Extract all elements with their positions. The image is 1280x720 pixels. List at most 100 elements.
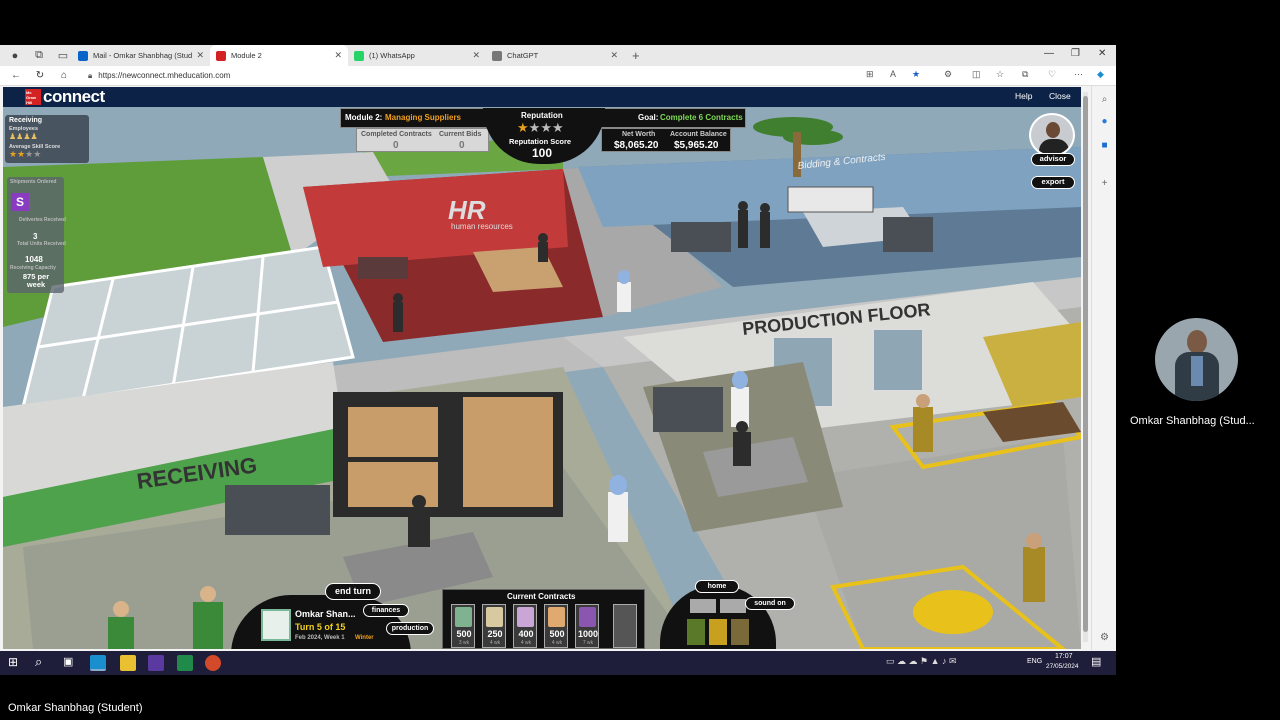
apps-icon[interactable]: ⊞ xyxy=(866,69,874,80)
notifications-icon[interactable]: ▤ xyxy=(1091,655,1101,668)
contract-card[interactable]: 500 4 wk xyxy=(544,604,568,648)
more-icon[interactable]: ⋯ xyxy=(1074,69,1083,80)
export-button[interactable]: export xyxy=(1031,176,1075,189)
product-icon xyxy=(548,607,565,627)
contract-card[interactable]: 400 4 wk xyxy=(513,604,537,648)
contracts-title: Current Contracts xyxy=(507,592,576,601)
game-viewport[interactable]: Mc Graw Hill connect Help Close HR human… xyxy=(3,87,1081,649)
close-tab-icon[interactable]: ✕ xyxy=(610,50,618,61)
clock-time[interactable]: 17:07 xyxy=(1055,653,1073,660)
receiving-stats-panel: Shipments Ordered S Deliveries Received … xyxy=(7,177,66,293)
browser-tab[interactable]: Module 2 ✕ xyxy=(210,45,348,66)
browser-tab[interactable]: ChatGPT ✕ xyxy=(486,45,624,66)
star-empty-icon: ★ xyxy=(528,120,541,135)
back-icon[interactable]: ← xyxy=(8,70,24,81)
excel-icon[interactable] xyxy=(177,655,193,671)
balance-value: $5,965.20 xyxy=(674,140,719,151)
supplier-badge[interactable]: S xyxy=(11,193,29,211)
employees-icons: ♟♟♟♟ xyxy=(9,132,38,141)
favorites-icon[interactable]: ☆ xyxy=(996,69,1004,80)
windows-taskbar: ⊞ ⌕ ▣ ▭ ☁ ☁ ⚑ ▲ ♪ ✉ ENG 17:07 27/05/2024… xyxy=(0,651,1116,675)
tab-favicon-icon xyxy=(492,50,502,61)
shopping-icon[interactable]: ● xyxy=(1098,116,1111,129)
search-icon[interactable]: ⌕ xyxy=(1098,94,1111,107)
close-tab-icon[interactable]: ✕ xyxy=(472,50,480,61)
gold-tile xyxy=(709,619,727,645)
browser-essentials-icon[interactable]: ♡ xyxy=(1048,69,1056,80)
read-aloud-icon[interactable]: A xyxy=(890,69,896,79)
new-tab-icon[interactable]: + xyxy=(632,48,640,63)
teams-icon[interactable] xyxy=(148,655,164,671)
close-window-icon[interactable]: ✕ xyxy=(1098,48,1106,59)
advisor-button[interactable]: advisor xyxy=(1031,153,1075,166)
self-name: Omkar Shanbhag (Student) xyxy=(8,702,143,714)
home-button[interactable]: home xyxy=(695,580,739,593)
edge-taskbar-icon[interactable] xyxy=(90,655,106,671)
refresh-icon[interactable]: ↻ xyxy=(32,70,48,81)
copilot-icon[interactable]: ◆ xyxy=(1097,69,1104,80)
empty-contract-slot xyxy=(613,604,637,648)
file-explorer-icon[interactable] xyxy=(120,655,136,671)
task-view-icon[interactable]: ▣ xyxy=(63,655,73,668)
green-tile xyxy=(687,619,705,645)
home-icon[interactable]: ⌂ xyxy=(56,70,72,81)
clock-date[interactable]: 27/05/2024 xyxy=(1046,663,1079,670)
extensions-icon[interactable]: ⚙ xyxy=(944,69,952,80)
minimize-icon[interactable]: — xyxy=(1044,48,1054,59)
search-icon[interactable]: ⌕ xyxy=(35,654,42,670)
close-tab-icon[interactable]: ✕ xyxy=(196,50,204,61)
url-field[interactable]: 🔒︎ https://newconnect.mheducation.com xyxy=(88,71,230,81)
browser-tab[interactable]: (1) WhatsApp ✕ xyxy=(348,45,486,66)
tab-strip: Mail - Omkar Shanbhag (Studen ✕ Module 2 ✕(… xyxy=(72,45,624,66)
close-link[interactable]: Close xyxy=(1049,91,1071,101)
star-filled-icon: ★ xyxy=(517,120,529,135)
star-filled-icon: ★ xyxy=(17,149,26,159)
collections-icon[interactable]: ⧉ xyxy=(1022,69,1028,80)
scrollbar-thumb[interactable] xyxy=(1083,96,1088,632)
production-button[interactable]: production xyxy=(386,622,434,635)
workspaces-icon[interactable]: ⧉ xyxy=(30,47,48,65)
browser-tab[interactable]: Mail - Omkar Shanbhag (Studen ✕ xyxy=(72,45,210,66)
tray-icons[interactable]: ▭ ☁ ☁ ⚑ ▲ ♪ ✉ xyxy=(886,656,957,667)
contract-weeks: 7 wk xyxy=(582,640,594,646)
contracts-stats: Completed Contracts Current Bids 0 0 xyxy=(356,128,489,152)
powerpoint-icon[interactable] xyxy=(205,655,221,671)
add-sidebar-icon[interactable]: + xyxy=(1098,178,1111,191)
language-indicator[interactable]: ENG xyxy=(1027,658,1042,665)
star-empty-icon: ★ xyxy=(540,120,552,135)
advisor-portrait[interactable] xyxy=(1029,113,1075,157)
restore-icon[interactable]: ❐ xyxy=(1071,48,1080,59)
favorite-star-icon[interactable]: ★ xyxy=(912,69,920,80)
sidebar-settings-icon[interactable]: ⚙ xyxy=(1098,632,1111,645)
profile-icon[interactable]: ● xyxy=(6,47,24,65)
close-tab-icon[interactable]: ✕ xyxy=(334,50,342,61)
tab-title: Mail - Omkar Shanbhag (Studen xyxy=(93,51,193,60)
goal-prefix: Goal: xyxy=(638,113,659,122)
office-scene[interactable]: HR human resources Bidding & Contracts P… xyxy=(3,107,1081,649)
outlook-icon[interactable]: ■ xyxy=(1098,140,1111,153)
finances-button[interactable]: finances xyxy=(363,604,409,617)
game-date: Feb 2024, Week 1 xyxy=(295,635,345,641)
end-turn-button[interactable]: end turn xyxy=(325,583,381,600)
contract-quantity: 500 xyxy=(549,629,565,639)
sound-button[interactable]: sound on xyxy=(745,597,795,610)
tab-title: Module 2 xyxy=(231,51,262,60)
bids-value: 0 xyxy=(459,140,465,151)
shipments-label: Shipments Ordered xyxy=(10,179,57,185)
contract-card[interactable]: 500 3 wk xyxy=(451,604,475,648)
contract-card[interactable]: 1000 7 wk xyxy=(575,604,599,648)
completed-label: Completed Contracts xyxy=(361,131,432,138)
tab-actions-icon[interactable]: ▭ xyxy=(54,47,72,65)
contract-card[interactable]: 250 4 wk xyxy=(482,604,506,648)
help-link[interactable]: Help xyxy=(1015,91,1032,101)
product-icon xyxy=(486,607,503,627)
deliveries-label: Deliveries Received xyxy=(19,217,66,223)
tab-title: (1) WhatsApp xyxy=(369,51,415,60)
units-label: Total Units Received xyxy=(17,241,66,247)
networth-value: $8,065.20 xyxy=(614,140,659,151)
page-scrollbar[interactable] xyxy=(1083,92,1088,642)
windows-start-icon[interactable]: ⊞ xyxy=(8,655,18,669)
split-screen-icon[interactable]: ◫ xyxy=(972,69,981,80)
url-text: https://newconnect.mheducation.com xyxy=(98,71,231,80)
mcgraw-hill-logo: Mc Graw Hill xyxy=(25,89,41,105)
